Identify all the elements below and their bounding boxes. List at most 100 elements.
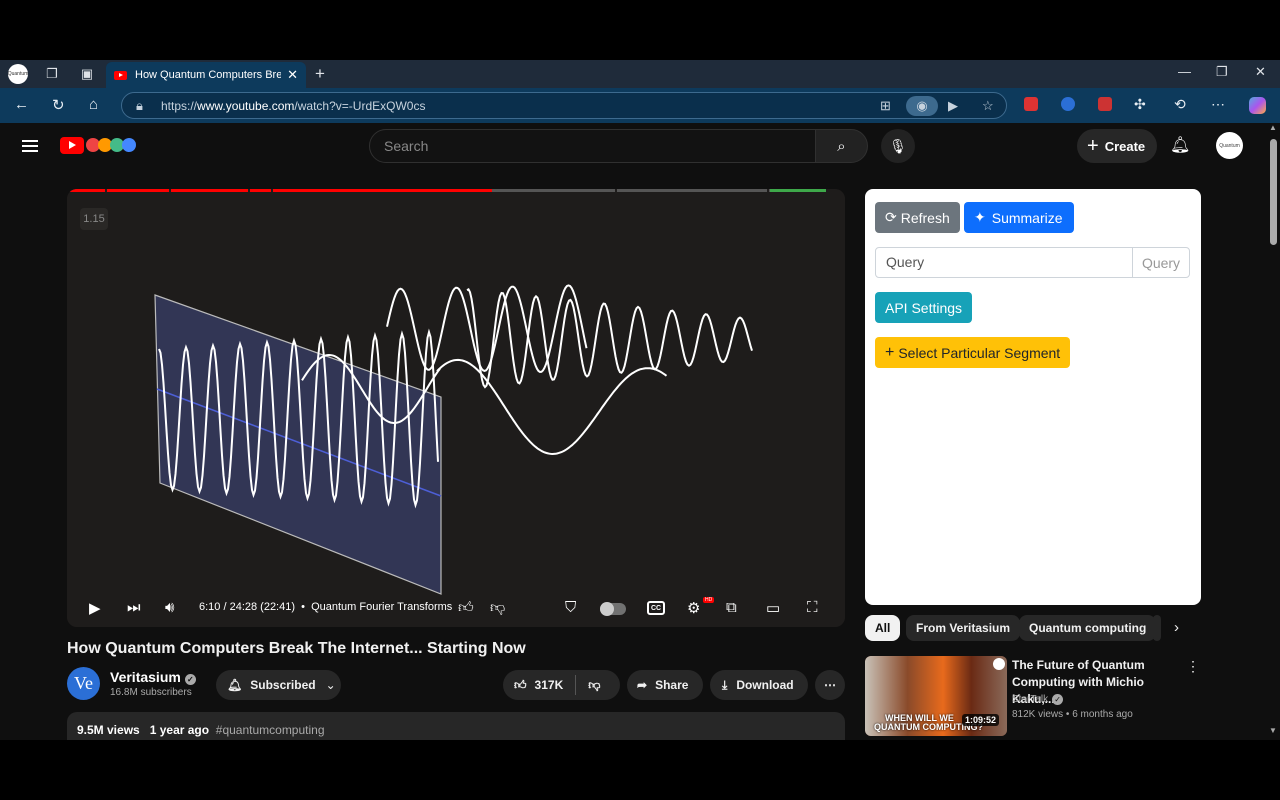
scroll-down-icon[interactable]: ▼ (1269, 726, 1277, 735)
recommended-thumbnail[interactable]: WHEN WILL WE QUANTUM COMPUTING? 1:09:52 (865, 656, 1007, 736)
query-button[interactable]: Query (1132, 247, 1190, 278)
hd-badge: HD (703, 597, 715, 603)
url-path: /watch?v=-UrdExQW0cs (294, 99, 426, 113)
video-title: How Quantum Computers Break The Internet… (67, 640, 526, 657)
history-icon[interactable]: ⟲ (1174, 96, 1186, 113)
divider (575, 675, 577, 695)
summarize-button[interactable]: ✦ Summarize (964, 202, 1074, 233)
extension-pdf-icon[interactable] (1024, 97, 1038, 111)
thumbnail-channel-badge-icon (993, 658, 1005, 670)
channel-name[interactable]: Veritasium ✓ (110, 669, 196, 685)
chevron-right-icon[interactable]: › (1174, 619, 1179, 636)
tracking-prevention-icon[interactable]: ◉ (906, 96, 938, 116)
query-input[interactable]: Query (875, 247, 1133, 278)
new-tab-icon[interactable]: + (309, 63, 331, 85)
youtube-favicon-icon (114, 70, 127, 80)
volume-icon[interactable]: 🔊︎ (165, 599, 174, 616)
chip-from-veritasium[interactable]: From Veritasium (906, 615, 1021, 641)
upload-age: 1 year ago (149, 723, 210, 737)
plus-icon: + (1087, 134, 1099, 157)
minimize-icon[interactable]: — (1178, 64, 1191, 79)
scrollbar-thumb[interactable] (1270, 139, 1277, 245)
verified-check-icon: ✓ (184, 674, 196, 685)
tab-actions-icon[interactable]: ▣ (76, 63, 98, 85)
api-settings-button[interactable]: API Settings (875, 292, 973, 323)
chip-all[interactable]: All (865, 615, 901, 641)
address-bar[interactable]: 🔒︎ https://www.youtube.com/watch?v=-UrdE… (121, 92, 1007, 119)
account-avatar[interactable]: Quantum (1216, 132, 1243, 159)
back-icon[interactable]: ← (14, 96, 29, 113)
like-overlay-icon[interactable]: 👍︎ (458, 599, 474, 617)
refresh-button[interactable]: ⟳ Refresh (875, 202, 960, 233)
channel-avatar[interactable]: Ve (67, 667, 100, 700)
more-actions-button[interactable]: ⋯ (815, 670, 845, 700)
close-tab-icon[interactable]: ✕ (287, 67, 298, 83)
tab-active[interactable]: How Quantum Computers Break ✕ (106, 62, 306, 88)
play-icon[interactable]: ▶ (89, 599, 101, 617)
channel-name-text: Veritasium (110, 669, 181, 685)
chapter-title[interactable]: Quantum Fourier Transforms (311, 601, 452, 613)
chip-quantum-computing[interactable]: Quantum computing (1019, 615, 1157, 641)
like-button[interactable]: 👍︎ 317K (514, 678, 563, 693)
home-icon[interactable]: ⌂ (89, 96, 98, 113)
workspaces-icon[interactable]: ❐ (41, 63, 63, 85)
search-button[interactable]: ⌕ (815, 129, 868, 163)
subscribe-button[interactable]: 🔔︎ Subscribed ⌄ (216, 670, 341, 700)
duration-badge: 1:09:52 (962, 714, 1000, 726)
extension-shield-icon[interactable] (1061, 97, 1075, 111)
video-player[interactable]: 1.15 ▶ ⏭︎ 🔊︎ 6:10 / 24:28 (22:41) • Quan… (67, 189, 845, 627)
recommended-channel[interactable]: StarTalk ✓ (1012, 694, 1064, 705)
share-label: Share (655, 678, 689, 692)
menu-icon[interactable] (22, 140, 38, 152)
select-segment-button[interactable]: + Select Particular Segment (875, 337, 1071, 368)
captions-button[interactable]: CC (647, 601, 665, 615)
shield-icon[interactable]: ⛉ (565, 599, 576, 616)
profile-label: Quantum (7, 71, 29, 77)
like-dislike-group: 👍︎ 317K 👎︎ (503, 670, 620, 700)
notifications-bell-icon[interactable]: 🔔︎ (1170, 135, 1190, 155)
time-text: 6:10 / 24:28 (22:41) (199, 601, 296, 613)
page-scrollbar[interactable]: ▲ ▼ (1267, 123, 1280, 740)
miniplayer-icon[interactable]: ⧉ (726, 599, 737, 616)
avatar-label: Quantum (1219, 142, 1240, 149)
read-aloud-icon[interactable]: ▶ (948, 98, 958, 114)
letterbox-bottom (0, 740, 1280, 800)
description-box[interactable]: 9.5M views 1 year ago #quantumcomputing (67, 712, 845, 740)
download-button[interactable]: ⤓ Download (710, 670, 808, 700)
navigation-bar: ← ↻ ⌂ 🔒︎ https://www.youtube.com/watch?v… (0, 88, 1280, 123)
dislike-overlay-icon[interactable]: 👎︎ (490, 599, 505, 617)
fullscreen-icon[interactable]: ⛶ (807, 599, 818, 616)
extensions-puzzle-icon[interactable]: ✣ (1134, 96, 1146, 113)
settings-gear-icon[interactable]: ⚙ (687, 599, 700, 617)
thumbs-down-icon[interactable]: 👎︎ (588, 678, 600, 693)
sparkle-icon: ✦ (974, 209, 986, 225)
more-vertical-icon[interactable]: ⋮ (1186, 658, 1200, 675)
progress-bar[interactable] (67, 189, 826, 192)
browser-profile-avatar[interactable]: Quantum (8, 64, 28, 84)
search-input[interactable]: Search (369, 129, 816, 163)
share-button[interactable]: ➦ Share (627, 670, 703, 700)
more-menu-icon[interactable]: ⋯ (1211, 96, 1225, 113)
theater-mode-icon[interactable]: ▭ (766, 599, 780, 617)
chevron-down-icon: ⌄ (325, 678, 336, 692)
create-button[interactable]: + Create (1077, 129, 1157, 163)
recommended-meta: 812K views • 6 months ago (1012, 709, 1133, 720)
reload-icon[interactable]: ↻ (52, 96, 65, 114)
url-text[interactable]: https://www.youtube.com/watch?v=-UrdExQW… (161, 99, 425, 113)
close-window-icon[interactable]: ✕ (1255, 64, 1266, 80)
extension-book-icon[interactable] (1098, 97, 1112, 111)
favorite-star-icon[interactable]: ☆ (982, 98, 994, 114)
youtube-logo-icon[interactable] (60, 137, 84, 154)
youtube-header: Search ⌕ 🎙︎ + Create 🔔︎ Quantum (0, 123, 1280, 171)
next-icon[interactable]: ⏭︎ (127, 599, 141, 616)
restore-icon[interactable]: ❐ (1216, 64, 1228, 80)
lock-icon[interactable]: 🔒︎ (136, 98, 143, 114)
app-available-icon[interactable]: ⊞ (880, 98, 891, 114)
voice-search-button[interactable]: 🎙︎ (881, 129, 915, 163)
doodle-logo-icon[interactable] (86, 136, 136, 154)
autoplay-toggle[interactable] (600, 602, 626, 616)
hashtag-link[interactable]: #quantumcomputing (216, 723, 325, 737)
summarize-label: Summarize (991, 209, 1063, 226)
scroll-up-icon[interactable]: ▲ (1269, 123, 1277, 132)
copilot-icon[interactable] (1249, 97, 1266, 114)
